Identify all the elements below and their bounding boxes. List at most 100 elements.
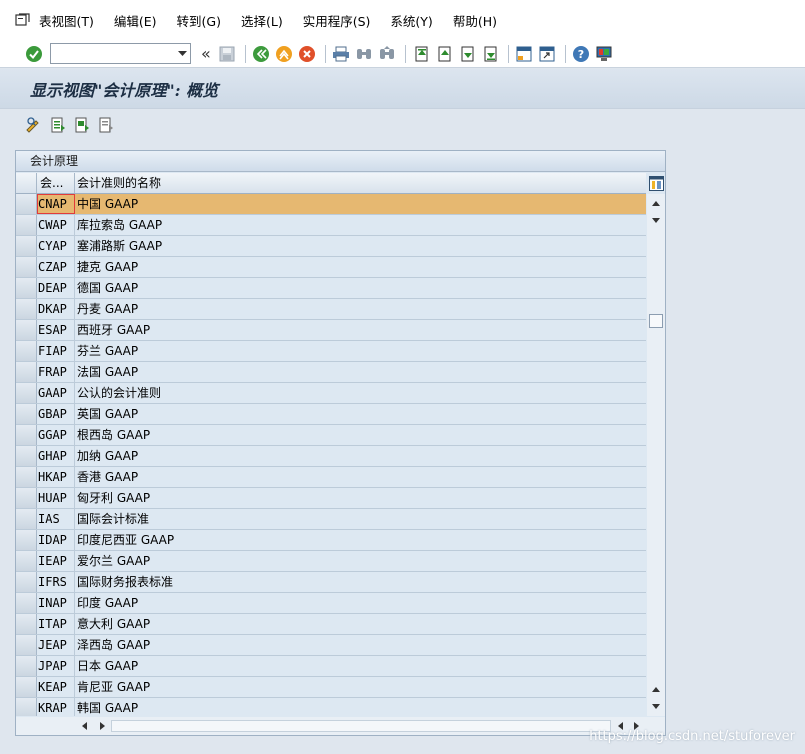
table-row[interactable]: ESAP 西班牙 GAAP [16,320,646,341]
row-selector[interactable] [16,656,37,676]
table-row[interactable]: INAP 印度 GAAP [16,593,646,614]
row-selector[interactable] [16,383,37,403]
row-selector[interactable] [16,362,37,382]
row-selector[interactable] [16,509,37,529]
scroll-up-icon[interactable] [647,196,665,211]
cell-principle-code[interactable]: IDAP [37,530,75,550]
cell-principle-code[interactable]: IAS [37,509,75,529]
table-row[interactable]: HUAP 匈牙利 GAAP [16,488,646,509]
menu-goto[interactable]: 转到(G) [177,11,221,30]
menu-system[interactable]: 系统(Y) [390,11,432,30]
cell-principle-name[interactable]: 西班牙 GAAP [75,320,646,340]
cell-principle-name[interactable]: 印度尼西亚 GAAP [75,530,646,550]
cell-principle-name[interactable]: 国际会计标准 [75,509,646,529]
table-row[interactable]: KRAP 韩国 GAAP [16,698,646,716]
scroll-down-icon[interactable] [647,213,665,228]
table-row[interactable]: GHAP 加纳 GAAP [16,446,646,467]
find-icon[interactable] [354,44,374,64]
cell-principle-code[interactable]: CNAP [37,194,75,214]
next-page-icon[interactable] [457,44,477,64]
cell-principle-name[interactable]: 塞浦路斯 GAAP [75,236,646,256]
table-row[interactable]: DKAP 丹麦 GAAP [16,299,646,320]
cell-principle-code[interactable]: HKAP [37,467,75,487]
cell-principle-name[interactable]: 法国 GAAP [75,362,646,382]
cell-principle-code[interactable]: GAAP [37,383,75,403]
cell-principle-name[interactable]: 匈牙利 GAAP [75,488,646,508]
cell-principle-code[interactable]: DEAP [37,278,75,298]
cell-principle-code[interactable]: IEAP [37,551,75,571]
create-shortcut-icon[interactable] [537,44,557,64]
cell-principle-name[interactable]: 泽西岛 GAAP [75,635,646,655]
row-selector[interactable] [16,194,37,214]
scroll-left-icon[interactable] [76,717,92,735]
table-row[interactable]: GAAP 公认的会计准则 [16,383,646,404]
vertical-scrollbar[interactable] [647,194,665,716]
table-row[interactable]: DEAP 德国 GAAP [16,278,646,299]
table-row[interactable]: ITAP 意大利 GAAP [16,614,646,635]
cell-principle-code[interactable]: INAP [37,593,75,613]
scroll-down-icon[interactable] [647,699,665,714]
row-selector[interactable] [16,257,37,277]
scroll-up-icon[interactable] [647,682,665,697]
cell-principle-name[interactable]: 公认的会计准则 [75,383,646,403]
previous-page-icon[interactable] [434,44,454,64]
exit-icon[interactable] [274,44,294,64]
cell-principle-code[interactable]: FIAP [37,341,75,361]
row-selector[interactable] [16,299,37,319]
menu-table-view[interactable]: 表视图(T) [39,11,94,30]
row-selector[interactable] [16,593,37,613]
cell-principle-code[interactable]: GBAP [37,404,75,424]
table-row[interactable]: GBAP 英国 GAAP [16,404,646,425]
deselect-all-icon[interactable] [96,115,116,135]
horizontal-scroll-track[interactable] [111,720,611,732]
cell-principle-code[interactable]: IFRS [37,572,75,592]
cell-principle-name[interactable]: 加纳 GAAP [75,446,646,466]
menu-selection[interactable]: 选择(L) [241,11,283,30]
row-selector[interactable] [16,236,37,256]
row-selector[interactable] [16,677,37,697]
cell-principle-name[interactable]: 根西岛 GAAP [75,425,646,445]
back-icon[interactable] [251,44,271,64]
column-header-code[interactable]: 会... [37,173,75,193]
row-selector[interactable] [16,572,37,592]
cell-principle-code[interactable]: CWAP [37,215,75,235]
cell-principle-name[interactable]: 意大利 GAAP [75,614,646,634]
row-selector[interactable] [16,698,37,716]
row-selector[interactable] [16,614,37,634]
cell-principle-code[interactable]: DKAP [37,299,75,319]
cell-principle-code[interactable]: JEAP [37,635,75,655]
cell-principle-name[interactable]: 韩国 GAAP [75,698,646,716]
row-selector[interactable] [16,635,37,655]
cell-principle-code[interactable]: GGAP [37,425,75,445]
table-row[interactable]: CZAP 捷克 GAAP [16,257,646,278]
row-selector[interactable] [16,425,37,445]
save-icon[interactable] [217,44,237,64]
menu-edit[interactable]: 编辑(E) [114,11,157,30]
chevron-down-icon[interactable] [174,44,190,63]
table-row[interactable]: IAS 国际会计标准 [16,509,646,530]
table-row[interactable]: FIAP 芬兰 GAAP [16,341,646,362]
row-selector[interactable] [16,278,37,298]
display-change-icon[interactable] [24,115,44,135]
collapse-command-button[interactable]: « [201,44,211,63]
first-page-icon[interactable] [411,44,431,64]
horizontal-scrollbar[interactable] [16,717,665,735]
cell-principle-code[interactable]: KRAP [37,698,75,716]
print-icon[interactable] [331,44,351,64]
cell-principle-name[interactable]: 中国 GAAP [75,194,646,214]
menu-help[interactable]: 帮助(H) [453,11,497,30]
new-session-icon[interactable] [514,44,534,64]
table-row[interactable]: JPAP 日本 GAAP [16,656,646,677]
table-row[interactable]: IEAP 爱尔兰 GAAP [16,551,646,572]
system-menu-icon[interactable] [12,9,34,31]
command-field[interactable] [50,43,191,64]
row-selector[interactable] [16,215,37,235]
last-page-icon[interactable] [480,44,500,64]
scroll-right-icon[interactable] [94,717,110,735]
table-row[interactable]: CWAP 库拉索岛 GAAP [16,215,646,236]
select-all-rows-button[interactable] [16,173,37,193]
cell-principle-code[interactable]: GHAP [37,446,75,466]
cell-principle-name[interactable]: 德国 GAAP [75,278,646,298]
cell-principle-code[interactable]: KEAP [37,677,75,697]
enter-check-icon[interactable] [24,44,44,64]
